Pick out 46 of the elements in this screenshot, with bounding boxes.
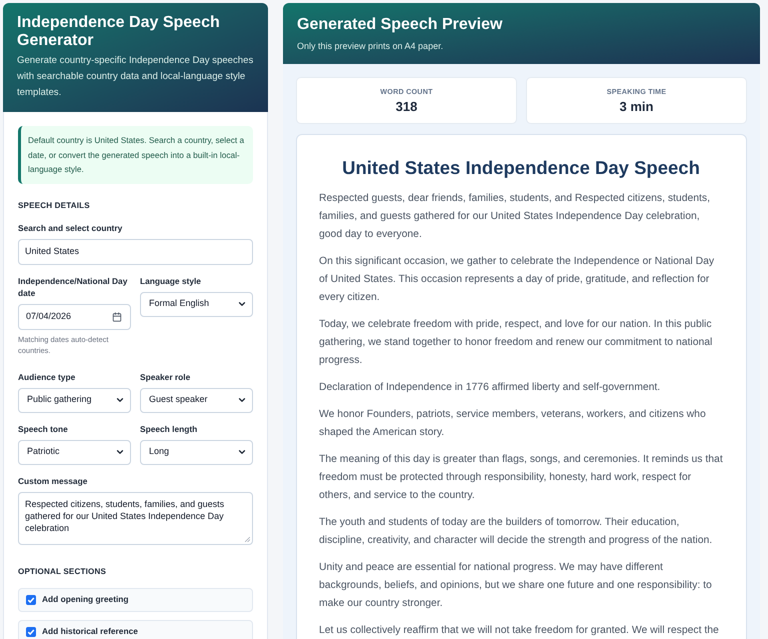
field-label: Speech length <box>140 422 198 434</box>
text-field[interactable]: United States <box>18 238 253 264</box>
option-label: Add opening greeting <box>42 594 129 605</box>
info-notice: Default country is United States. Search a country, select a date, or convert the generated speech into a built-in local-language style. <box>18 126 253 184</box>
dropdown[interactable]: Guest speaker <box>140 388 253 412</box>
chevron-down-icon <box>115 447 125 457</box>
field-label: Speech tone <box>18 422 69 434</box>
chevron-down-icon <box>237 447 247 457</box>
field-label: Search and select country <box>18 222 124 234</box>
chevron-down-icon <box>237 299 247 309</box>
field-label: Speaker role <box>140 370 192 382</box>
dropdown[interactable]: Formal English <box>140 292 253 316</box>
text-area[interactable]: Respected citizens, students, families, and guests gathered for our United States Independence Day celebration <box>18 492 253 544</box>
dropdown[interactable]: Patriotic <box>18 440 131 464</box>
preview-subtitle: Only this preview prints on A4 paper. <box>297 40 444 52</box>
speech-paragraph: We honor Founders, patriots, service members, veterans, workers, and citizens who shaped the American story. <box>319 408 707 440</box>
speech-paragraph: Respected guests, dear friends, families, students, and Respected citizens, students, families, and guests gathered for our United States Independence Day celebration, good day to everyone. <box>319 192 712 242</box>
app-subtitle: Generate country-specific Independence Day speeches with searchable country data and local-language style templates. <box>17 54 254 100</box>
resize-grip-icon[interactable] <box>245 536 250 542</box>
checkbox[interactable] <box>26 594 36 604</box>
speech-paragraph: On this significant occasion, we gather to celebrate the Independence or National Day of United States. This occasion represents a day of pride, gratitude, and reflection for every citizen. <box>319 255 716 305</box>
speech-title: United States Independence Day Speech <box>341 156 701 180</box>
field-label: Language style <box>140 274 202 286</box>
checkbox[interactable] <box>26 626 36 636</box>
section-heading: OPTIONAL SECTIONS <box>18 566 108 576</box>
chevron-down-icon <box>237 395 247 405</box>
chevron-down-icon <box>115 395 125 405</box>
dropdown[interactable]: Long <box>140 440 253 464</box>
option-label: Add historical reference <box>42 626 138 637</box>
section-heading: SPEECH DETAILS <box>18 200 91 210</box>
dropdown[interactable]: Public gathering <box>18 388 131 412</box>
calendar-icon <box>112 312 122 322</box>
app-title: Independence Day Speech Generator <box>17 14 221 50</box>
speech-paragraph: Declaration of Independence in 1776 affirmed liberty and self-government. <box>319 381 662 395</box>
field-label: Custom message <box>18 474 88 486</box>
speech-paragraph: Let us collectively reaffirm that we will not take freedom for granted. We will respect the <box>319 624 720 638</box>
speech-paragraph: The youth and students of today are the builders of tomorrow. Their education, discipline, creativity, and character will decide the strength and progress of the nation. <box>319 516 714 548</box>
speech-paragraph: The meaning of this day is greater than flags, songs, and ceremonies. It reminds us that freedom must be protected through responsibility, honesty, hard work, respect for others, and service to the country. <box>319 453 723 503</box>
speech-paragraph: Today, we celebrate freedom with pride, respect, and love for our nation. In this public gathering, we stand together to honor freedom and renew our commitment to national progress. <box>319 318 714 368</box>
stat-value: 318 <box>396 99 418 114</box>
stat-value: 3 min <box>620 99 654 114</box>
date-field[interactable]: 07/04/2026 <box>18 304 131 330</box>
field-label: Audience type <box>18 370 76 382</box>
speech-paragraph: Unity and peace are essential for national progress. We may have different backgrounds, beliefs, and opinions, but we share one future and one responsibility: to make our country stronger. <box>319 561 713 611</box>
preview-title: Generated Speech Preview <box>297 15 504 35</box>
field-label: Independence/National Day date <box>18 274 128 298</box>
